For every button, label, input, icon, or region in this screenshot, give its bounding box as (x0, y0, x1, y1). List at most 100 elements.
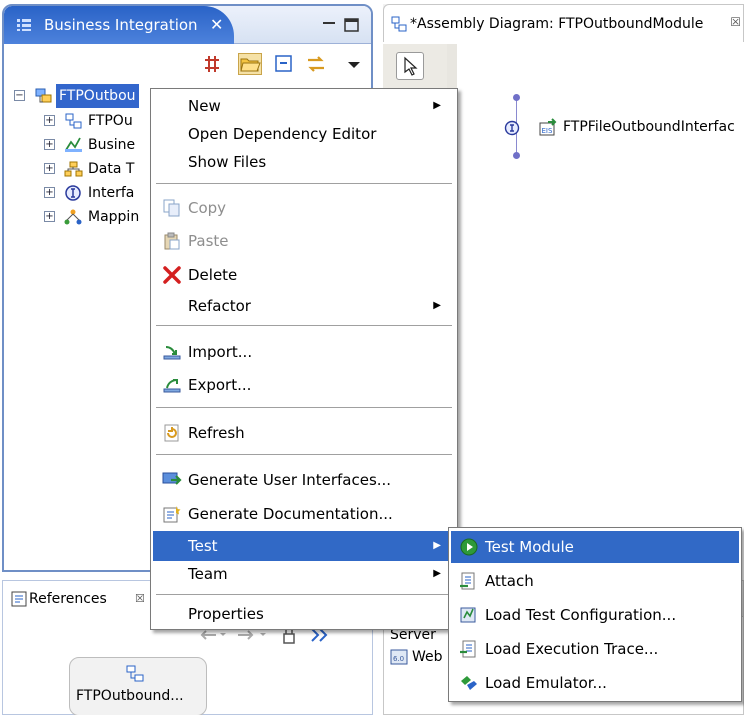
menu-item-open-dependency-editor[interactable]: Open Dependency Editor (153, 119, 455, 149)
connector-handle-top[interactable] (513, 94, 520, 101)
menu-item-load-test-configuration[interactable]: Load Test Configuration... (451, 599, 739, 631)
close-icon[interactable]: ☒ (135, 592, 145, 605)
module-icon (35, 88, 52, 103)
tree-item-label: FTPOu (88, 113, 133, 129)
submenu-arrow-icon: ▶ (433, 540, 441, 551)
copy-icon (163, 199, 180, 217)
menu-item-label: Export... (188, 376, 252, 394)
menu-item-generate-documentation[interactable]: Generate Documentation... (153, 499, 455, 529)
menu-item-label: Test (188, 537, 218, 555)
business-integration-tab[interactable]: Business Integration ✕ (4, 6, 234, 44)
business-integration-tabbar: Business Integration ✕ (4, 6, 371, 44)
assembly-diagram-tab[interactable]: *Assembly Diagram: FTPOutboundModule ☒ (383, 4, 744, 42)
connector-handle-bottom[interactable] (513, 152, 520, 159)
forward-icon[interactable] (238, 630, 266, 640)
select-tool-button[interactable] (396, 52, 424, 80)
menu-item-new[interactable]: New ▶ (153, 91, 455, 121)
collapse-all-icon[interactable] (272, 53, 296, 75)
tree-item-label: Data T (88, 161, 135, 177)
references-icon (11, 591, 27, 607)
expand-toggle-icon[interactable]: + (44, 139, 55, 150)
view-menu-icon[interactable] (342, 53, 366, 75)
collapse-toggle-icon[interactable]: − (14, 90, 25, 101)
menu-separator (156, 325, 452, 326)
tree-item-label: Busine (88, 137, 136, 153)
menu-item-label: Show Files (188, 153, 267, 171)
expand-toggle-icon[interactable]: + (44, 163, 55, 174)
assembly-diagram-title: *Assembly Diagram: FTPOutboundModule (410, 16, 704, 32)
sync-icon[interactable] (304, 53, 328, 75)
menu-item-load-emulator[interactable]: Load Emulator... (451, 667, 739, 699)
server-icon: 6.0 (390, 649, 408, 665)
business-logic-icon (65, 137, 82, 152)
submenu-arrow-icon: ▶ (433, 568, 441, 579)
import-icon (163, 346, 181, 360)
menu-item-test[interactable]: Test ▶ (153, 531, 455, 561)
interface-icon[interactable] (504, 120, 520, 136)
menu-item-label: Team (188, 565, 228, 583)
menu-item-refresh[interactable]: Refresh (153, 418, 455, 448)
component-label[interactable]: FTPFileOutboundInterfac (563, 117, 735, 137)
back-icon[interactable] (200, 630, 226, 640)
generate-ui-icon (162, 472, 182, 485)
menu-separator (156, 594, 452, 595)
load-test-config-icon (460, 607, 476, 623)
menu-item-label: Load Emulator... (485, 674, 607, 692)
menu-item-attach[interactable]: Attach (451, 565, 739, 597)
submenu-arrow-icon: ▶ (433, 100, 441, 111)
link-icon[interactable] (311, 628, 328, 642)
minimize-maximize-icon[interactable] (317, 16, 365, 34)
menu-item-import[interactable]: Import... (153, 337, 455, 367)
menu-item-label: Refresh (188, 424, 245, 442)
reference-node-label: FTPOutbound... (76, 688, 184, 704)
menu-item-properties[interactable]: Properties (153, 599, 455, 629)
menu-item-label: Properties (188, 605, 264, 623)
menu-separator (156, 407, 452, 408)
tree-item-label: FTPOutbou (56, 84, 139, 108)
mapping-icon (64, 209, 82, 225)
submenu-arrow-icon: ▶ (433, 300, 441, 311)
expand-toggle-icon[interactable]: + (44, 187, 55, 198)
eis-import-icon: EIS (539, 118, 557, 136)
references-tab[interactable]: References ☒ (3, 581, 153, 617)
attach-icon (460, 572, 475, 590)
menu-item-paste[interactable]: Paste (153, 226, 455, 256)
interface-icon (65, 185, 81, 201)
menu-item-show-files[interactable]: Show Files (153, 147, 455, 177)
server-row-label: Web (412, 649, 443, 665)
test-module-icon (460, 538, 478, 556)
menu-item-export[interactable]: Export... (153, 370, 455, 400)
menu-item-label: Attach (485, 572, 534, 590)
refresh-icon (164, 424, 179, 442)
menu-item-delete[interactable]: Delete (153, 260, 455, 290)
menu-item-label: New (188, 97, 221, 115)
expand-toggle-icon[interactable]: + (44, 115, 55, 126)
svg-text:EIS: EIS (542, 127, 553, 135)
menu-item-label: Load Execution Trace... (485, 640, 659, 658)
tree-item-label: Interfa (88, 185, 135, 201)
menu-item-label: Copy (188, 199, 227, 217)
menu-item-test-module[interactable]: Test Module (451, 531, 739, 563)
menu-item-copy[interactable]: Copy (153, 193, 455, 223)
menu-item-label: Load Test Configuration... (485, 606, 677, 624)
menu-item-label: Test Module (485, 538, 574, 556)
menu-item-refactor[interactable]: Refactor ▶ (153, 291, 455, 321)
menu-item-label: Open Dependency Editor (188, 125, 377, 143)
assembly-diagram-icon (391, 16, 407, 32)
assembly-icon (126, 665, 144, 682)
close-icon[interactable]: ☒ (730, 15, 741, 29)
close-icon[interactable]: ✕ (210, 6, 223, 44)
menu-item-label: Import... (188, 343, 253, 361)
menu-item-generate-user-interfaces[interactable]: Generate User Interfaces... (153, 465, 455, 495)
reference-node[interactable]: FTPOutbound... (69, 657, 207, 715)
menu-item-label: Refactor (188, 297, 251, 315)
delete-icon (163, 266, 181, 284)
menu-item-team[interactable]: Team ▶ (153, 559, 455, 589)
grid-icon[interactable] (200, 53, 224, 75)
menu-separator (156, 183, 452, 184)
open-folder-button[interactable] (238, 53, 262, 75)
expand-toggle-icon[interactable]: + (44, 211, 55, 222)
menu-item-load-execution-trace[interactable]: Load Execution Trace... (451, 633, 739, 665)
tree-item-label: Mappin (88, 209, 140, 225)
menu-item-label: Delete (188, 266, 238, 284)
